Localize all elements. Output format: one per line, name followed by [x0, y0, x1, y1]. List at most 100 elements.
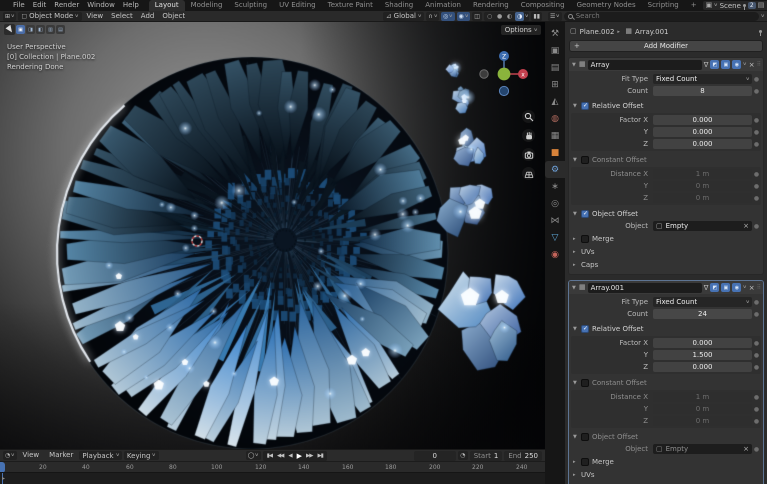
fit-type-dropdown[interactable]: Fixed Count∨: [653, 74, 752, 84]
active-tool-button[interactable]: [4, 24, 15, 35]
editmode-display-toggle[interactable]: ◩: [710, 283, 719, 292]
modifier-header[interactable]: ▼ ▦ Array.001 ∇ ◩ ▣ ◉ ∨ × ⠿: [569, 281, 763, 294]
pause-render-button[interactable]: ▮▮: [531, 12, 542, 21]
timeline-ruler[interactable]: 20 40 60 80 100 120 140 160 180 200 220 …: [0, 461, 545, 472]
zoom-button[interactable]: [522, 110, 535, 123]
menu-window[interactable]: Window: [83, 0, 119, 11]
keying-dropdown[interactable]: Keying∨: [124, 451, 159, 460]
merge-checkbox[interactable]: [581, 458, 589, 466]
editmode-display-toggle[interactable]: ◩: [710, 60, 719, 69]
delete-modifier-icon[interactable]: ×: [749, 61, 755, 69]
render-display-toggle[interactable]: ◉: [732, 283, 741, 292]
properties-editor-type-button[interactable]: ☰∨: [548, 12, 562, 21]
playback-dropdown[interactable]: Playback∨: [79, 451, 122, 460]
distance-y-field[interactable]: 0 m: [653, 181, 752, 191]
snap-dropdown[interactable]: ∩∨: [426, 12, 439, 21]
drag-handle-icon[interactable]: ⠿: [757, 284, 760, 291]
tab-texture-paint[interactable]: Texture Paint: [322, 0, 379, 11]
tab-constraints[interactable]: ⋈: [545, 212, 565, 229]
menu-view[interactable]: View: [84, 12, 107, 21]
tab-sculpting[interactable]: Sculpting: [228, 0, 273, 11]
count-slider[interactable]: 24: [653, 309, 752, 319]
proportional-editing-button[interactable]: ◎∨: [441, 12, 455, 21]
properties-search-input[interactable]: Search: [564, 12, 759, 21]
tab-rendering[interactable]: Rendering: [467, 0, 515, 11]
extras-chevron-icon[interactable]: ∨: [743, 62, 748, 67]
menu-file[interactable]: File: [9, 0, 29, 11]
vertex-group-filter-icon[interactable]: ∇: [704, 61, 709, 69]
factor-x-field[interactable]: 0.000: [653, 115, 752, 125]
editor-type-button[interactable]: ⊞∨: [3, 12, 16, 21]
play-button[interactable]: ▶: [295, 452, 303, 460]
tab-tool[interactable]: ⚒: [545, 25, 565, 42]
tab-shading[interactable]: Shading: [379, 0, 419, 11]
mode-dropdown[interactable]: ◻Object Mode∨: [18, 12, 81, 21]
animate-dot-icon[interactable]: ●: [752, 117, 761, 124]
next-keyframe-button[interactable]: ▶▶: [304, 453, 314, 459]
animate-dot-icon[interactable]: ●: [752, 88, 761, 95]
merge-collapsed-row[interactable]: ▸ Merge: [571, 455, 761, 468]
tab-particles[interactable]: ∗: [545, 178, 565, 195]
animate-dot-icon[interactable]: ●: [752, 394, 761, 401]
relative-offset-header[interactable]: ▼ Relative Offset: [571, 322, 761, 335]
tab-modifiers[interactable]: ⚙: [545, 161, 565, 178]
object-offset-checkbox[interactable]: [581, 433, 589, 441]
drag-handle-icon[interactable]: ⠿: [757, 61, 760, 68]
frame-start-field[interactable]: Start1: [470, 451, 503, 461]
add-modifier-button[interactable]: + Add Modifier: [569, 40, 763, 52]
frame-end-field[interactable]: End250: [504, 451, 542, 461]
extras-chevron-icon[interactable]: ∨: [743, 285, 748, 290]
transform-orientation-dropdown[interactable]: ⊿Global∨: [383, 12, 425, 21]
jump-to-start-button[interactable]: ▮◀: [265, 453, 274, 459]
animate-dot-icon[interactable]: ●: [752, 299, 761, 306]
prev-keyframe-button[interactable]: ◀◀: [275, 453, 285, 459]
modifier-name-input[interactable]: Array: [588, 60, 702, 70]
caps-collapsed-row[interactable]: ▸ Caps: [571, 258, 761, 271]
animate-dot-icon[interactable]: ●: [752, 129, 761, 136]
tab-geometry-nodes[interactable]: Geometry Nodes: [571, 0, 642, 11]
tab-compositing[interactable]: Compositing: [515, 0, 571, 11]
tool-option-1[interactable]: ▣: [16, 25, 25, 34]
menu-select[interactable]: Select: [108, 12, 136, 21]
menu-render[interactable]: Render: [50, 0, 83, 11]
factor-z-field[interactable]: 0.000: [653, 362, 752, 372]
shading-solid-button[interactable]: ●: [495, 12, 504, 21]
object-offset-header[interactable]: ▼ Object Offset: [571, 430, 761, 443]
clear-object-icon[interactable]: ×: [743, 445, 749, 453]
scene-users-badge[interactable]: 2: [748, 2, 756, 9]
delete-modifier-icon[interactable]: ×: [749, 284, 755, 292]
factor-y-field[interactable]: 0.000: [653, 127, 752, 137]
object-offset-header[interactable]: ▼ Object Offset: [571, 207, 761, 220]
vertex-group-filter-icon[interactable]: ∇: [704, 284, 709, 292]
collapse-arrow-icon[interactable]: ▼: [572, 285, 577, 291]
play-reverse-button[interactable]: ◀: [286, 453, 293, 459]
menu-marker[interactable]: Marker: [45, 450, 77, 461]
auto-keying-record-button[interactable]: ◯∨: [246, 451, 261, 460]
viewport-display-toggle[interactable]: ▣: [721, 283, 730, 292]
uvs-collapsed-row[interactable]: ▸ UVs: [571, 468, 761, 481]
animate-dot-icon[interactable]: ●: [752, 340, 761, 347]
menu-edit[interactable]: Edit: [29, 0, 51, 11]
pin-icon[interactable]: [759, 30, 762, 33]
scene-selector[interactable]: ▣ ∨ Scene 2 ▤ ×: [703, 1, 767, 10]
tool-option-4[interactable]: ▥: [46, 25, 55, 34]
animate-dot-icon[interactable]: ●: [752, 183, 761, 190]
animate-dot-icon[interactable]: ●: [752, 364, 761, 371]
tab-layout[interactable]: Layout: [149, 0, 185, 11]
count-slider[interactable]: 8: [653, 86, 752, 96]
shading-rendered-button[interactable]: ◑: [515, 12, 524, 21]
tab-view-layer[interactable]: ⊞: [545, 76, 565, 93]
overlays-toggle[interactable]: ◫: [472, 12, 482, 21]
tab-object[interactable]: ■: [545, 144, 565, 161]
collapse-arrow-icon[interactable]: ▼: [572, 62, 577, 68]
shading-material-button[interactable]: ◐: [505, 12, 514, 21]
constant-offset-header[interactable]: ▼ Constant Offset: [571, 376, 761, 389]
animate-dot-icon[interactable]: ●: [752, 418, 761, 425]
animate-dot-icon[interactable]: ●: [752, 195, 761, 202]
relative-offset-checkbox[interactable]: [581, 102, 589, 110]
options-button[interactable]: Options ∨: [501, 25, 541, 35]
constant-offset-header[interactable]: ▼ Constant Offset: [571, 153, 761, 166]
menu-timeline-view[interactable]: View: [19, 450, 44, 461]
object-picker-field[interactable]: ▢Empty×: [653, 221, 752, 231]
viewport-render-canvas[interactable]: [0, 22, 545, 449]
